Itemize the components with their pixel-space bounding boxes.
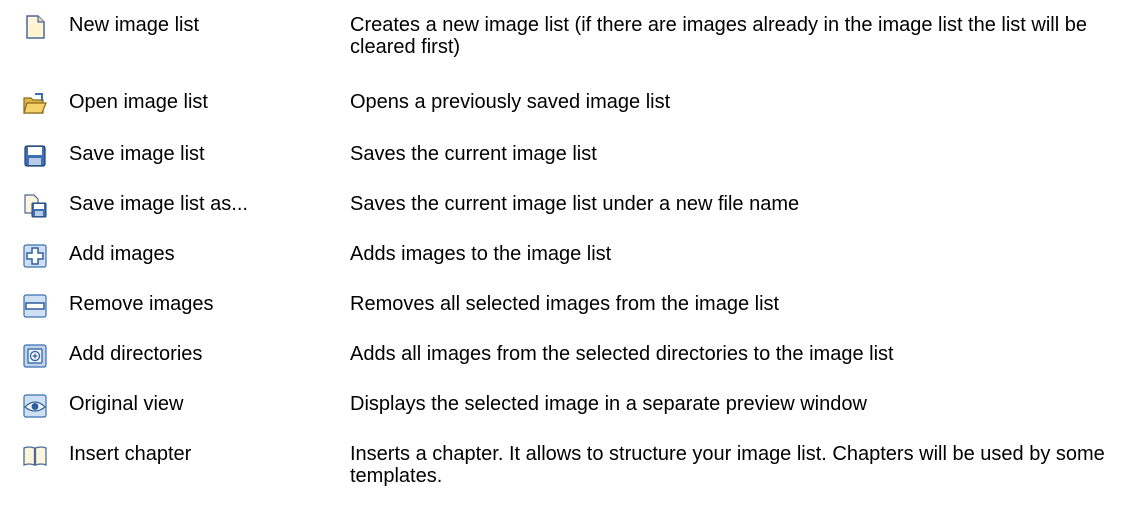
command-description: Adds all images from the selected direct… xyxy=(350,343,894,365)
minus-icon xyxy=(22,293,48,319)
command-name: Add directories xyxy=(69,343,203,365)
command-name: New image list xyxy=(69,14,200,36)
eye-icon xyxy=(22,393,48,419)
command-description: Saves the current image list under a new… xyxy=(350,193,800,215)
command-name: Insert chapter xyxy=(69,443,192,465)
command-name: Open image list xyxy=(69,91,208,113)
command-name: Save image list xyxy=(69,143,205,165)
command-description: Opens a previously saved image list xyxy=(350,91,671,113)
save-as-icon xyxy=(22,193,48,219)
add-directory-icon xyxy=(22,343,48,369)
plus-icon xyxy=(22,243,48,269)
command-description: Adds images to the image list xyxy=(350,243,612,265)
open-folder-icon xyxy=(22,91,48,117)
new-document-icon xyxy=(22,14,48,40)
command-name: Add images xyxy=(69,243,175,265)
command-name: Remove images xyxy=(69,293,214,315)
command-description: Saves the current image list xyxy=(350,143,597,165)
floppy-disk-icon xyxy=(22,143,48,169)
command-description: Creates a new image list (if there are i… xyxy=(350,14,1087,58)
command-description: Displays the selected image in a separat… xyxy=(350,393,867,415)
command-name: Original view xyxy=(69,393,184,415)
command-name: Save image list as... xyxy=(69,193,248,215)
command-description: Inserts a chapter. It allows to structur… xyxy=(350,443,1105,487)
book-icon xyxy=(22,443,48,469)
command-description: Removes all selected images from the ima… xyxy=(350,293,780,315)
